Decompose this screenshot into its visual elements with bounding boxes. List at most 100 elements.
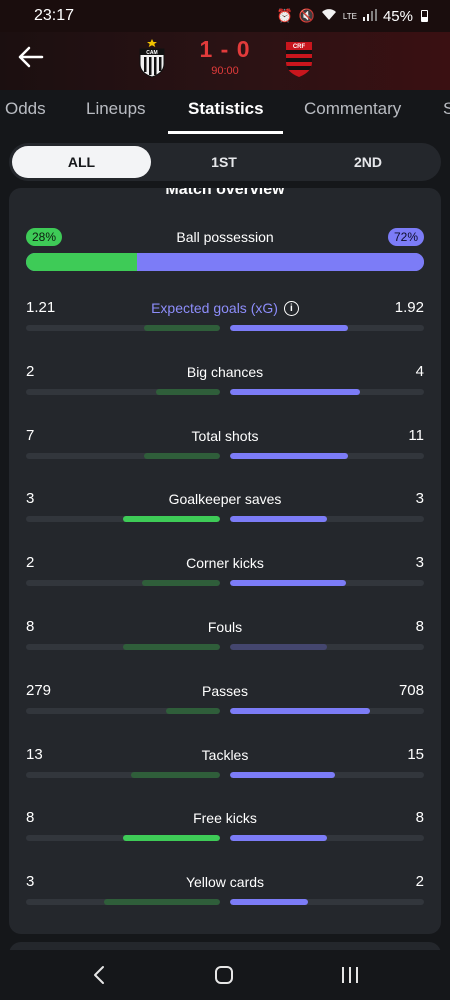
back-button[interactable] — [16, 42, 46, 72]
home-stat-track — [26, 835, 220, 842]
home-team-crest-icon[interactable]: CAM — [136, 38, 168, 83]
away-stat-value: 3 — [415, 554, 424, 572]
stat-row: 279 Passes 708 — [26, 682, 424, 722]
system-nav-bar — [0, 950, 450, 1000]
away-stat-fill — [230, 325, 349, 331]
away-stat-track — [230, 771, 424, 778]
stat-row: 13 Tackles 15 — [26, 746, 424, 786]
away-stat-value: 15 — [407, 745, 424, 763]
away-stat-track — [230, 644, 424, 650]
away-team-crest-icon[interactable]: CRF — [283, 38, 315, 83]
home-stat-value: 2 — [26, 362, 35, 380]
stat-label-text: Yellow cards — [185, 874, 265, 891]
home-stat-value: 279 — [26, 681, 52, 699]
stat-label-text: Tackles — [201, 746, 249, 763]
home-stat-value: 2 — [26, 554, 35, 572]
away-stat-track — [230, 325, 424, 331]
home-stat-value: 7 — [26, 426, 35, 444]
home-stat-track — [26, 388, 220, 395]
stat-label[interactable]: Expected goals (xG) i — [96, 300, 354, 316]
home-stat-track — [26, 516, 220, 523]
card-title: Match overview — [165, 188, 285, 198]
stat-label: Yellow cards — [96, 874, 354, 890]
period-1st-button[interactable]: 1ST — [164, 143, 284, 181]
home-stat-fill — [155, 388, 220, 395]
match-score: 1 - 0 — [199, 36, 251, 62]
home-stat-fill — [165, 707, 220, 714]
nav-recents-button[interactable] — [335, 962, 365, 988]
stat-label-text: Corner kicks — [186, 555, 264, 572]
svg-text:CAM: CAM — [146, 50, 157, 56]
away-stat-value: 708 — [398, 681, 424, 699]
info-icon[interactable]: i — [283, 300, 299, 316]
stat-label: Total shots — [96, 428, 354, 444]
tab-lineups[interactable]: Lineups — [86, 99, 146, 119]
home-stat-value: 8 — [26, 618, 35, 635]
stat-label-text: Goalkeeper saves — [168, 491, 282, 508]
away-stat-fill — [230, 644, 327, 650]
home-stat-fill — [142, 580, 220, 587]
match-header: CAM 1 - 0 90:00 CRF — [0, 32, 450, 90]
mute-icon: 🔇 — [298, 8, 315, 23]
nav-home-button[interactable] — [209, 962, 239, 988]
period-2nd-button[interactable]: 2ND — [308, 143, 428, 181]
away-stat-value: 2 — [415, 873, 424, 891]
stat-row: 7 Total shots 11 — [26, 427, 424, 467]
away-stat-fill — [230, 516, 327, 523]
stat-label-text: Total shots — [191, 427, 259, 444]
tab-statistics[interactable]: Statistics — [188, 99, 264, 119]
home-stat-track — [26, 452, 220, 459]
stat-row: 8 Fouls 8 — [26, 618, 424, 658]
away-stat-value: 4 — [415, 362, 424, 380]
away-possession-badge: 72% — [387, 228, 424, 246]
home-stat-track — [26, 707, 220, 714]
stat-label-text: Free kicks — [193, 810, 257, 827]
stat-row: 2 Corner kicks 3 — [26, 554, 424, 594]
stat-label: Goalkeeper saves — [96, 491, 354, 507]
possession-bar — [26, 253, 424, 271]
away-stat-value: 3 — [415, 490, 424, 508]
away-stat-track — [230, 580, 424, 587]
away-stat-track — [230, 899, 424, 906]
stat-row: 3 Yellow cards 2 — [26, 873, 424, 913]
stat-row: 1.21 Expected goals (xG) i 1.92 — [26, 299, 424, 339]
home-stat-value: 8 — [26, 809, 35, 827]
wifi-icon — [321, 8, 337, 24]
possession-bar-away — [137, 253, 424, 271]
period-all-button[interactable]: ALL — [12, 146, 151, 178]
away-stat-track — [230, 707, 424, 714]
home-stat-track — [26, 899, 220, 906]
nav-back-button[interactable] — [84, 962, 114, 988]
away-stat-fill — [230, 388, 360, 395]
signal-icon — [362, 8, 377, 24]
status-bar: 23:17 ⏰ 🔇 LTE 45% — [0, 0, 450, 32]
tab-more[interactable]: S — [443, 99, 450, 119]
svg-text:CRF: CRF — [293, 44, 306, 50]
tab-commentary[interactable]: Commentary — [304, 99, 401, 119]
tab-odds[interactable]: Odds — [5, 99, 46, 119]
stat-row: 8 Free kicks 8 — [26, 809, 424, 849]
away-stat-track — [230, 835, 424, 842]
stat-label: Passes — [96, 683, 354, 699]
home-stat-fill — [123, 835, 220, 842]
match-time: 90:00 — [211, 65, 239, 77]
ball-possession-row: 28% Ball possession 72% — [26, 228, 424, 272]
stat-label-text: Big chances — [186, 363, 264, 380]
period-toggle: ALL 1ST 2ND — [9, 143, 441, 181]
away-stat-fill — [230, 899, 308, 906]
possession-label: Ball possession — [176, 229, 274, 245]
home-stat-fill — [123, 516, 220, 523]
home-stat-track — [26, 325, 220, 331]
home-stat-fill — [123, 644, 220, 650]
away-stat-track — [230, 516, 424, 523]
away-stat-fill — [230, 452, 349, 459]
home-stat-fill — [144, 325, 220, 331]
battery-percent: 45% — [382, 7, 413, 25]
home-stat-track — [26, 580, 220, 587]
lte-label: LTE — [342, 11, 357, 21]
away-stat-track — [230, 388, 424, 395]
stat-label-text: Passes — [202, 682, 248, 699]
tab-bar: Odds Lineups Statistics Commentary S — [0, 90, 450, 136]
stat-label-text: Expected goals (xG) — [151, 300, 278, 316]
away-stat-fill — [230, 707, 370, 714]
